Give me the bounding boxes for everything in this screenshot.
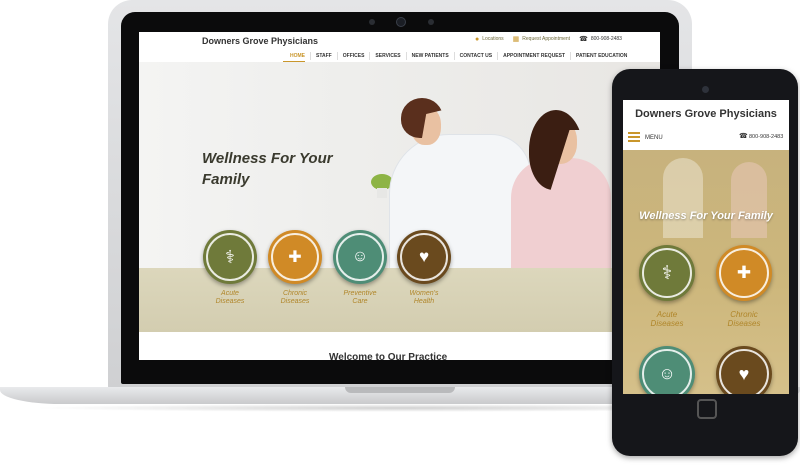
service-label-chronic-line1: Chronic — [282, 290, 308, 297]
phone-service-label-chronic: Chronic Diseases — [712, 310, 776, 328]
phone-service-label-acute-line2: Diseases — [650, 319, 684, 329]
nav-item-staff[interactable]: STAFF — [310, 52, 337, 60]
welcome-heading: Welcome to Our Practice — [329, 352, 448, 360]
phone-service-label-acute-line1: Acute — [656, 310, 678, 319]
service-label-chronic: Chronic Diseases — [264, 290, 326, 306]
locations-link[interactable]: Locations — [482, 36, 503, 42]
phone-patient-image — [731, 162, 767, 238]
phone-service-acute-button[interactable]: ⚕ — [639, 245, 695, 301]
laptop-notch — [345, 387, 455, 393]
service-label-acute-line2: Diseases — [215, 298, 245, 306]
phone-icon: ☎ — [739, 133, 748, 140]
phone-hero-title: Wellness For Your Family — [639, 210, 773, 222]
nav-item-patient-education[interactable]: PATIENT EDUCATION — [570, 52, 632, 60]
nav-item-appointment-request[interactable]: APPOINTMENT REQUEST — [497, 52, 570, 60]
service-label-acute-line1: Acute — [221, 290, 239, 297]
calendar-icon: ▦ — [512, 36, 520, 43]
phone-number-mobile[interactable]: 800-908-2483 — [749, 134, 783, 140]
phone-service-label-acute: Acute Diseases — [635, 310, 699, 328]
service-acute-diseases-button[interactable]: ⚕ — [203, 230, 257, 284]
nav-item-new-patients[interactable]: NEW PATIENTS — [405, 52, 454, 60]
medkit-icon: ✚ — [288, 249, 302, 266]
laptop-screen: Downers Grove Physicians ● Locations ▦ R… — [139, 32, 660, 360]
hero-title-line2: Family — [202, 171, 250, 188]
top-info-bar: ● Locations ▦ Request Appointment ☎ 800-… — [475, 35, 622, 44]
phone-home-button[interactable] — [697, 399, 717, 419]
heart-pulse-icon: ♥ — [418, 247, 430, 266]
nav-item-home[interactable]: HOME — [285, 52, 310, 60]
phone-screen: Downers Grove Physicians MENU ☎ 800-908-… — [623, 100, 789, 394]
service-label-womens-line1: Women's — [409, 290, 439, 297]
hero-title-line1: Wellness For Your — [202, 150, 333, 167]
service-label-acute: Acute Diseases — [199, 290, 261, 306]
menu-label[interactable]: MENU — [645, 135, 663, 141]
hamburger-menu-icon[interactable] — [628, 132, 640, 142]
hero-title: Wellness For Your Family — [202, 148, 333, 190]
phone-service-preventive-button[interactable]: ☺ — [639, 346, 695, 394]
phone-number[interactable]: 800-908-2483 — [591, 36, 622, 42]
phone-doctor-image — [663, 158, 703, 238]
nav-item-services[interactable]: SERVICES — [369, 52, 405, 60]
service-label-chronic-line2: Diseases — [280, 298, 310, 306]
medkit-icon: ✚ — [736, 263, 752, 282]
nav-item-contact-us[interactable]: CONTACT US — [453, 52, 497, 60]
phone-service-womens-button[interactable]: ♥ — [716, 346, 772, 394]
location-pin-icon: ● — [475, 35, 480, 43]
nav-item-offices[interactable]: OFFICES — [336, 52, 370, 60]
nurse-icon: ☺ — [351, 248, 369, 265]
service-label-womens: Women's Health — [393, 290, 455, 306]
service-label-preventive-line2: Care — [352, 298, 368, 306]
service-preventive-care-button[interactable]: ☺ — [333, 230, 387, 284]
service-womens-health-button[interactable]: ♥ — [397, 230, 451, 284]
stethoscope-icon: ⚕ — [661, 262, 673, 284]
phone-camera-icon — [702, 86, 709, 93]
phone-service-label-chronic-line1: Chronic — [730, 310, 758, 319]
laptop-sensor-right — [428, 19, 434, 25]
phone-service-label-chronic-line2: Diseases — [727, 319, 761, 329]
request-appointment-link[interactable]: Request Appointment — [522, 36, 570, 42]
plant-pot — [377, 188, 387, 198]
main-nav: HOME STAFF OFFICES SERVICES NEW PATIENTS… — [285, 52, 632, 60]
phone-site-brand[interactable]: Downers Grove Physicians — [623, 108, 789, 120]
laptop-camera-icon — [396, 17, 406, 27]
heart-pulse-icon: ♥ — [738, 363, 750, 384]
nurse-icon: ☺ — [658, 364, 676, 383]
service-label-preventive: Preventive Care — [329, 290, 391, 306]
laptop-sensor-left — [369, 19, 375, 25]
phone-service-chronic-button[interactable]: ✚ — [716, 245, 772, 301]
site-brand[interactable]: Downers Grove Physicians — [202, 36, 318, 46]
phone-icon: ☎ — [579, 36, 588, 43]
service-label-preventive-line1: Preventive — [343, 290, 377, 297]
service-label-womens-line2: Health — [413, 298, 435, 306]
service-chronic-diseases-button[interactable]: ✚ — [268, 230, 322, 284]
stethoscope-icon: ⚕ — [225, 246, 235, 267]
